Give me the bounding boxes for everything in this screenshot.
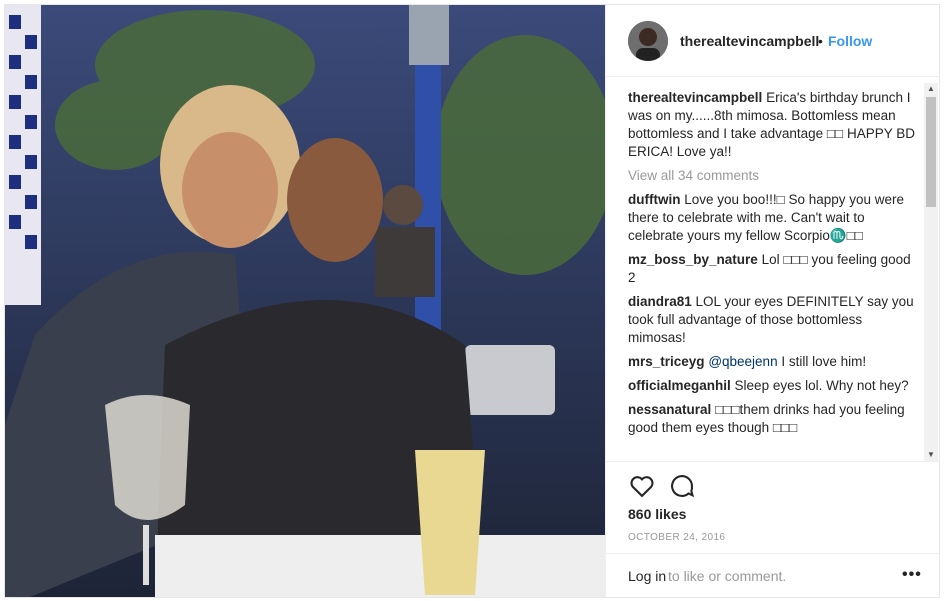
scrollbar-thumb[interactable]	[926, 97, 936, 207]
heart-icon[interactable]	[628, 472, 656, 500]
caption-username-link[interactable]: therealtevincampbell	[628, 90, 762, 105]
comment-item: diandra81 LOL your eyes DEFINITELY say y…	[628, 293, 918, 347]
follow-button[interactable]: Follow	[828, 33, 872, 49]
comment-item: officialmeganhil Sleep eyes lol. Why not…	[628, 377, 918, 395]
comment-username-link[interactable]: dufftwin	[628, 192, 680, 207]
header-username-link[interactable]: therealtevincampbell	[680, 33, 819, 49]
comment-username-link[interactable]: diandra81	[628, 294, 692, 309]
avatar[interactable]	[628, 21, 668, 61]
post-sidebar: therealtevincampbell • Follow therealtev…	[605, 5, 939, 597]
scroll-up-arrow-icon[interactable]: ▲	[924, 83, 938, 95]
comment-mention-link[interactable]: @qbeejenn	[708, 354, 777, 369]
avatar-image	[628, 21, 668, 61]
login-link[interactable]: Log in	[628, 568, 666, 584]
post-date: OCTOBER 24, 2016	[628, 532, 726, 543]
comments-list: therealtevincampbell Erica's birthday br…	[628, 89, 918, 459]
post-photo[interactable]	[5, 5, 605, 597]
post-actions: 860 likes OCTOBER 24, 2016	[606, 461, 939, 543]
login-prompt-text: to like or comment.	[668, 568, 787, 584]
comment-username-link[interactable]: mrs_triceyg	[628, 354, 705, 369]
comment-text: I still love him!	[777, 354, 867, 369]
comments-scrollbar[interactable]: ▲ ▼	[924, 83, 938, 461]
comment-username-link[interactable]: mz_boss_by_nature	[628, 252, 758, 267]
comment-text: Sleep eyes lol. Why not hey?	[734, 378, 909, 393]
scroll-down-arrow-icon[interactable]: ▼	[924, 449, 938, 461]
likes-count[interactable]: 860 likes	[628, 506, 686, 522]
photo-illustration	[5, 5, 605, 597]
view-all-comments-link[interactable]: View all 34 comments	[628, 167, 918, 185]
login-bar: Log in to like or comment. •••	[606, 553, 939, 597]
comment-username-link[interactable]: officialmeganhil	[628, 378, 731, 393]
comment-username-link[interactable]: nessanatural	[628, 402, 711, 417]
instagram-post: therealtevincampbell • Follow therealtev…	[4, 4, 940, 598]
comment-bubble-icon[interactable]	[668, 472, 696, 500]
header-separator: •	[818, 33, 823, 49]
caption: therealtevincampbell Erica's birthday br…	[628, 89, 918, 161]
more-options-icon[interactable]: •••	[902, 566, 922, 584]
comment-item: mrs_triceyg @qbeejenn I still love him!	[628, 353, 918, 371]
comment-item: nessanatural □□□them drinks had you feel…	[628, 401, 918, 437]
comment-item: mz_boss_by_nature Lol □□□ you feeling go…	[628, 251, 918, 287]
comment-item: dufftwin Love you boo!!!□ So happy you w…	[628, 191, 918, 245]
post-header: therealtevincampbell • Follow	[606, 5, 939, 77]
